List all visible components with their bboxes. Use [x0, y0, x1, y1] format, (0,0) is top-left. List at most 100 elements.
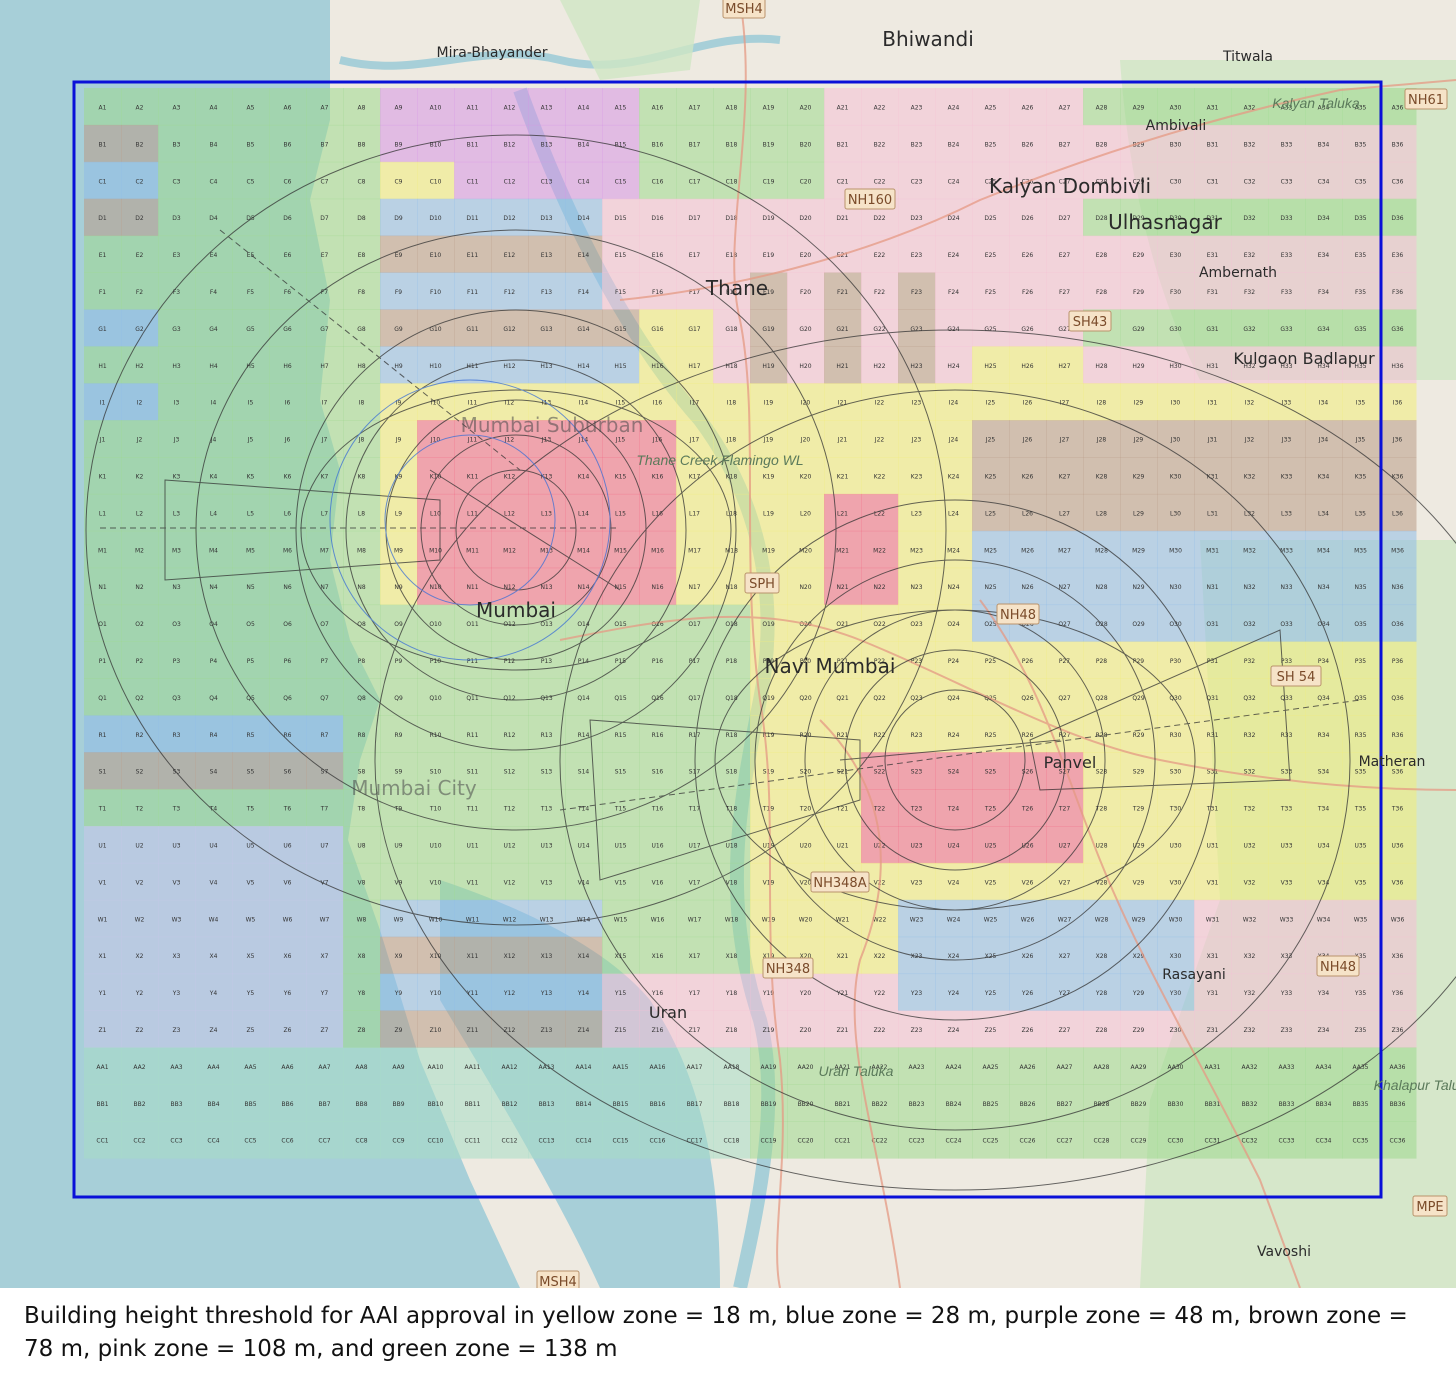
grid-cell-label: G20 — [799, 326, 811, 333]
grid-cell-label: I16 — [653, 400, 663, 407]
grid-cell-label: Y5 — [246, 990, 255, 997]
grid-cell-label: X8 — [358, 953, 366, 960]
grid-cell-label: J30 — [1170, 437, 1181, 444]
grid-cell-label: U20 — [799, 842, 811, 849]
grid-cell-label: F4 — [210, 289, 217, 296]
grid-cell-label: B7 — [321, 141, 329, 148]
road-shield: NH48 — [1316, 955, 1360, 977]
grid-cell-label: BB11 — [465, 1101, 481, 1108]
grid-cell-label: C36 — [1392, 178, 1404, 185]
grid-cell-label: G33 — [1280, 326, 1292, 333]
grid-cell-label: Z18 — [726, 1027, 738, 1034]
grid-cell-label: G30 — [1169, 326, 1181, 333]
grid-cell-label: U4 — [209, 842, 217, 849]
grid-cell-label: T5 — [246, 806, 255, 813]
grid-cell-label: C30 — [1170, 178, 1182, 185]
grid-cell-label: W32 — [1243, 916, 1257, 923]
grid-cell-label: W6 — [283, 916, 293, 923]
road-shield: NH348A — [810, 871, 870, 893]
place-label: Navi Mumbai — [765, 654, 896, 678]
grid-cell-label: X28 — [1096, 953, 1108, 960]
grid-cell-label: E32 — [1244, 252, 1256, 259]
grid-cell-label: K15 — [615, 473, 627, 480]
grid-cell-label: I4 — [211, 400, 217, 407]
grid-cell-label: E14 — [578, 252, 590, 259]
grid-cell-label: T26 — [1021, 806, 1033, 813]
grid-cell-label: J25 — [985, 437, 996, 444]
grid-cell-label: K14 — [578, 473, 590, 480]
grid-cell-label: J7 — [321, 437, 328, 444]
grid-cell-label: N11 — [466, 584, 478, 591]
grid-cell-label: P35 — [1355, 658, 1366, 665]
grid-cell-label: Y18 — [725, 990, 737, 997]
grid-cell-label: Z17 — [689, 1027, 701, 1034]
grid-cell-label: Z2 — [136, 1027, 144, 1034]
grid-cell-label: X2 — [136, 953, 144, 960]
grid-cell-label: F15 — [615, 289, 626, 296]
grid-cell-label: CC28 — [1093, 1138, 1109, 1145]
grid-cell-label: U24 — [947, 842, 959, 849]
grid-cell-label: L34 — [1318, 510, 1329, 517]
grid-cell-label: S1 — [99, 769, 107, 776]
grid-cell-label: B11 — [467, 141, 479, 148]
grid-cell-label: M32 — [1243, 547, 1256, 554]
grid-cell-label: K6 — [284, 473, 292, 480]
grid-cell-label: H2 — [135, 363, 144, 370]
grid-cell-label: T3 — [172, 806, 181, 813]
grid-cell-label: Z26 — [1022, 1027, 1034, 1034]
grid-cell-label: S17 — [689, 769, 701, 776]
grid-cell-label: F35 — [1355, 289, 1366, 296]
grid-cell-label: CC32 — [1241, 1138, 1257, 1145]
grid-cell-label: V13 — [541, 879, 553, 886]
grid-cell-label: M21 — [836, 547, 849, 554]
grid-cell-label: X31 — [1207, 953, 1219, 960]
grid-cell-label: T29 — [1132, 806, 1144, 813]
grid-cell-label: N3 — [172, 584, 180, 591]
grid-cell-label: B17 — [689, 141, 701, 148]
grid-cell-label: F2 — [136, 289, 143, 296]
grid-cell-label: V26 — [1022, 879, 1034, 886]
grid-cell-label: CC9 — [392, 1138, 404, 1145]
grid-cell-label: P11 — [467, 658, 478, 665]
grid-cell-label: CC26 — [1019, 1138, 1035, 1145]
grid-cell-label: P36 — [1392, 658, 1403, 665]
grid-cell-label: J3 — [173, 437, 180, 444]
grid-cell-label: H18 — [725, 363, 737, 370]
road-shield-label: MPE — [1416, 1200, 1443, 1215]
grid-cell-label: CC8 — [355, 1138, 367, 1145]
grid-cell-label: V23 — [911, 879, 923, 886]
grid-cell-label: W19 — [762, 916, 776, 923]
grid-cell-label: CC4 — [207, 1138, 219, 1145]
grid-cell-label: L14 — [578, 510, 589, 517]
grid-cell-label: B25 — [985, 141, 997, 148]
grid-cell-label: U33 — [1280, 842, 1292, 849]
grid-cell-label: B28 — [1096, 141, 1108, 148]
grid-cell-label: C33 — [1281, 178, 1293, 185]
grid-cell-label: Q20 — [799, 695, 812, 702]
grid-cell-label: R17 — [689, 732, 701, 739]
grid-cell-label: V29 — [1133, 879, 1145, 886]
grid-cell-label: R29 — [1133, 732, 1145, 739]
grid-cell-label: Z35 — [1355, 1027, 1367, 1034]
grid-cell-label: N25 — [984, 584, 996, 591]
grid-cell-label: Q7 — [320, 695, 329, 702]
grid-cell-label: C19 — [763, 178, 775, 185]
grid-cell-label: F6 — [284, 289, 291, 296]
grid-cell-label: Z19 — [763, 1027, 775, 1034]
grid-cell-label: J36 — [1392, 437, 1403, 444]
grid-cell-label: P16 — [652, 658, 663, 665]
grid-cell-label: M8 — [357, 547, 366, 554]
grid-cell-label: E15 — [615, 252, 627, 259]
grid-cell-label: W13 — [540, 916, 554, 923]
place-label: Mumbai Suburban — [461, 413, 644, 437]
grid-cell-label: S6 — [284, 769, 292, 776]
grid-cell-label: BB24 — [946, 1101, 962, 1108]
grid-cell-label: G25 — [984, 326, 996, 333]
grid-cell-label: M34 — [1317, 547, 1330, 554]
grid-cell-label: I18 — [727, 400, 737, 407]
grid-cell-label: V35 — [1355, 879, 1367, 886]
grid-cell-label: R34 — [1318, 732, 1330, 739]
grid-cell-label: J1 — [99, 437, 106, 444]
place-label: Bhiwandi — [882, 27, 974, 51]
grid-cell-label: P4 — [210, 658, 218, 665]
